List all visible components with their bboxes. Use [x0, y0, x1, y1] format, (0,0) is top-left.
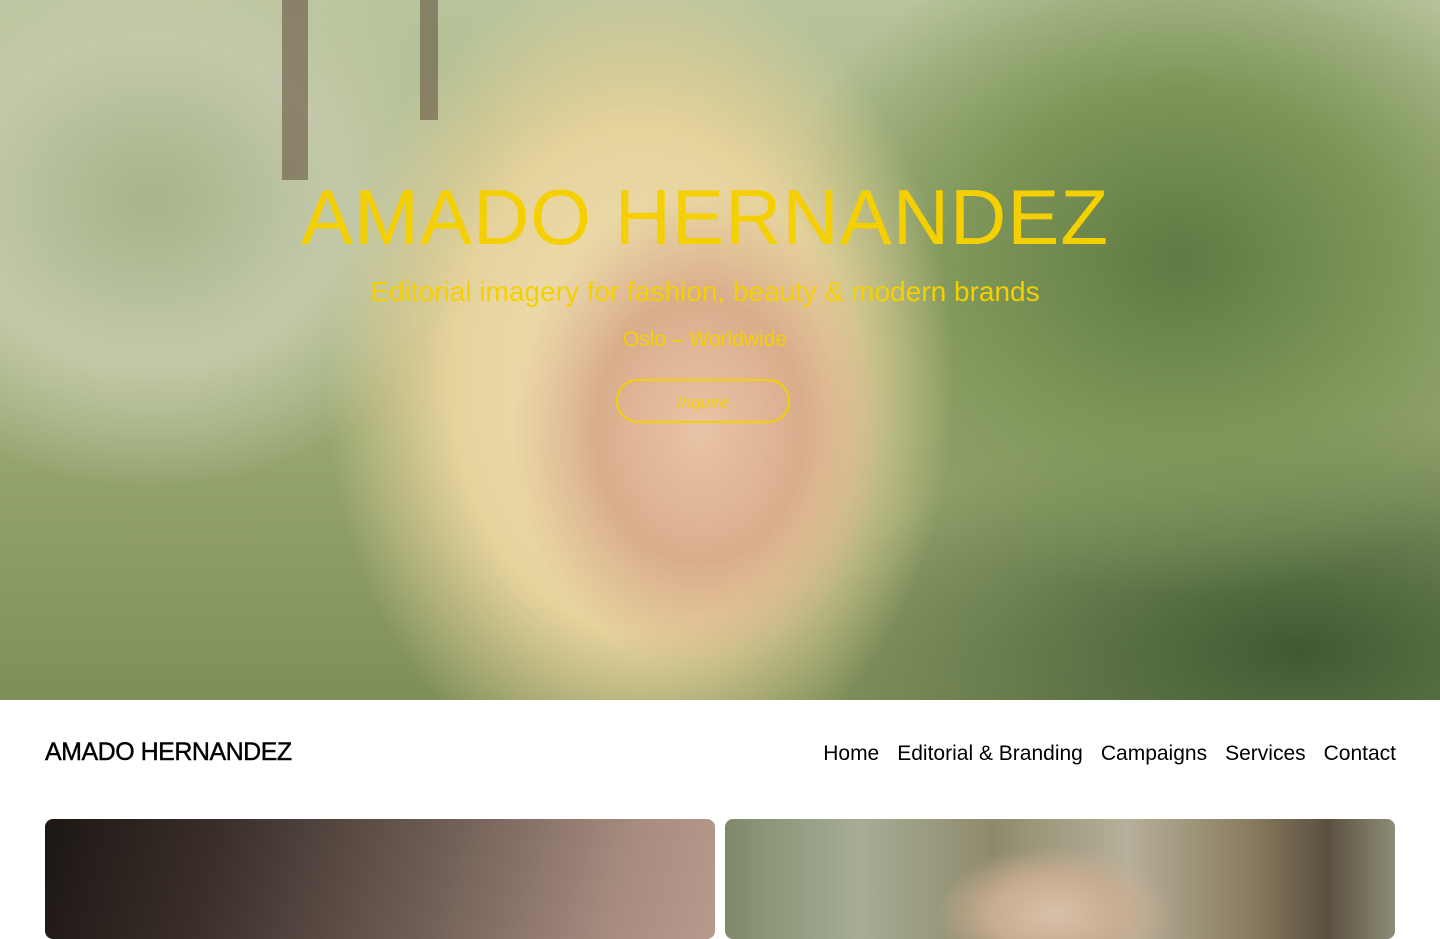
- inquire-button[interactable]: Inquire: [616, 379, 790, 423]
- nav-link-editorial-branding[interactable]: Editorial & Branding: [897, 741, 1083, 767]
- hero-subtitle: Editorial imagery for fashion, beauty & …: [370, 276, 1040, 307]
- hero-content: AMADO HERNANDEZ Editorial imagery for fa…: [0, 0, 1440, 700]
- hero-location: Oslo – Worldwide: [622, 328, 788, 351]
- hero-title: AMADO HERNANDEZ: [300, 173, 1110, 261]
- site-brand[interactable]: AMADO HERNANDEZ: [45, 738, 293, 767]
- gallery-card-left[interactable]: [45, 819, 715, 939]
- gallery-card-right[interactable]: [725, 819, 1395, 939]
- site-header: AMADO HERNANDEZ Home Editorial & Brandin…: [0, 700, 1440, 810]
- main-nav: Home Editorial & Branding Campaigns Serv…: [823, 741, 1396, 767]
- nav-link-contact[interactable]: Contact: [1324, 741, 1396, 767]
- hero-section: AMADO HERNANDEZ Editorial imagery for fa…: [0, 0, 1440, 700]
- nav-link-home[interactable]: Home: [823, 741, 879, 767]
- nav-link-services[interactable]: Services: [1225, 741, 1306, 767]
- nav-link-campaigns[interactable]: Campaigns: [1101, 741, 1207, 767]
